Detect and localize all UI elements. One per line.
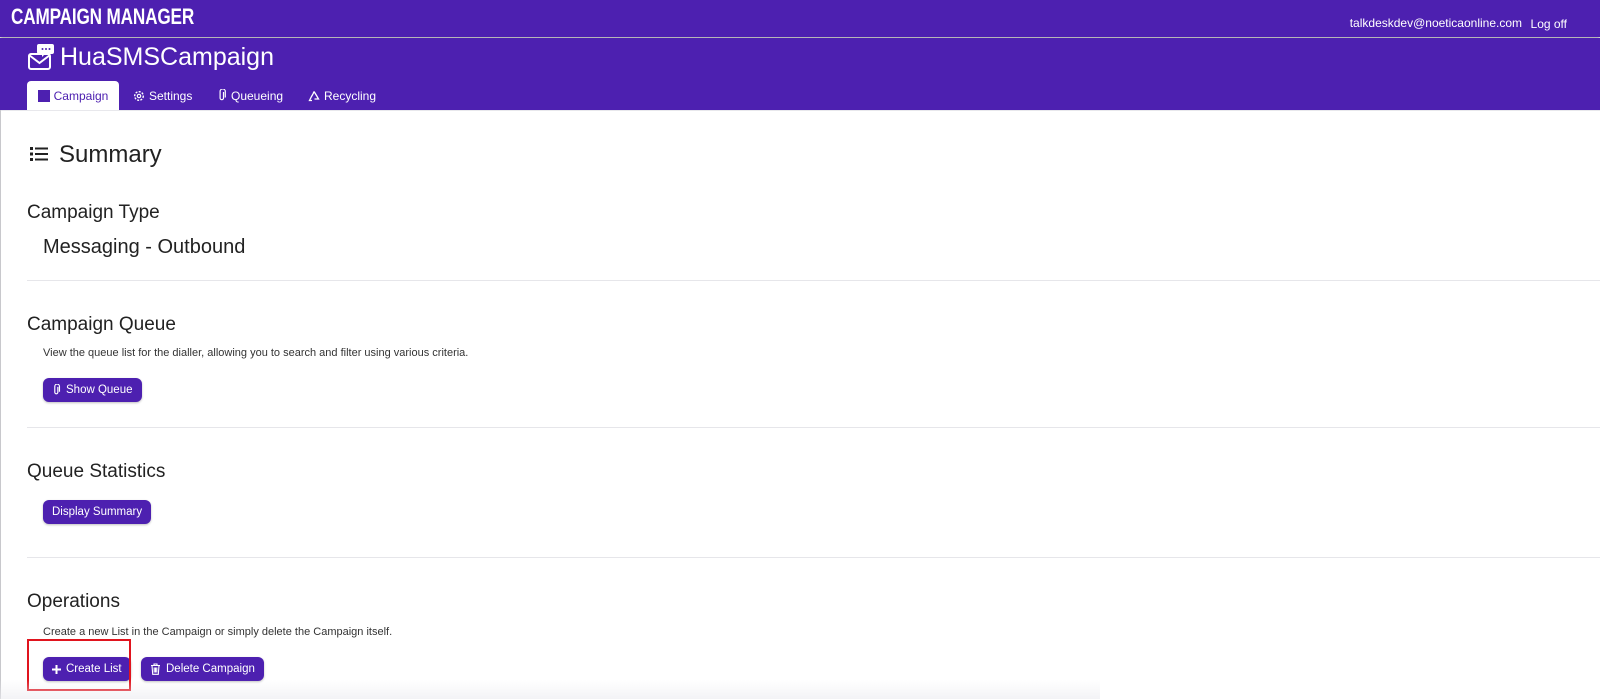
tab-campaign[interactable]: Campaign <box>27 81 119 110</box>
top-bar: CAMPAIGN MANAGER talkdeskdev@noeticaonli… <box>0 0 1600 37</box>
app-brand: CAMPAIGN MANAGER <box>11 4 195 29</box>
bottom-shadow <box>0 680 1100 699</box>
tab-recycling-label: Recycling <box>324 88 377 103</box>
tab-campaign-label: Campaign <box>53 88 109 103</box>
delete-campaign-button[interactable]: Delete Campaign <box>141 657 264 681</box>
logoff-link[interactable]: Log off <box>1531 17 1567 31</box>
campaign-queue-description: View the queue list for the dialler, all… <box>43 347 469 359</box>
operations-heading: Operations <box>27 591 120 612</box>
tab-settings[interactable]: Settings <box>133 81 192 110</box>
campaign-type-heading: Campaign Type <box>27 202 160 223</box>
tab-queueing-label: Queueing <box>231 88 284 103</box>
show-queue-button[interactable]: Show Queue <box>43 378 142 402</box>
section-divider <box>27 280 1600 281</box>
campaign-queue-heading: Campaign Queue <box>27 314 176 335</box>
show-queue-label: Show Queue <box>66 384 133 396</box>
campaign-title: HuaSMSCampaign <box>60 43 274 71</box>
queue-statistics-heading: Queue Statistics <box>27 461 166 482</box>
display-summary-label: Display Summary <box>52 506 143 518</box>
paperclip-icon <box>217 89 227 102</box>
campaign-header: HuaSMSCampaign Campaign Settings Queuein… <box>0 38 1600 110</box>
section-divider <box>27 427 1600 428</box>
user-email: talkdeskdev@noeticaonline.com <box>1349 16 1522 30</box>
recycle-icon <box>308 90 320 102</box>
gear-icon <box>133 90 145 102</box>
tab-settings-label: Settings <box>149 88 193 103</box>
trash-icon <box>150 663 161 675</box>
square-icon <box>37 89 50 102</box>
operations-description: Create a new List in the Campaign or sim… <box>43 626 393 638</box>
header-divider <box>0 110 1600 111</box>
summary-heading: Summary <box>59 141 162 168</box>
section-divider <box>27 557 1600 558</box>
paperclip-icon <box>52 384 61 396</box>
envelope-chat-icon <box>28 44 54 70</box>
tab-recycling[interactable]: Recycling <box>308 81 376 110</box>
list-icon <box>30 147 48 161</box>
tab-queueing[interactable]: Queueing <box>217 81 283 110</box>
content-left-border <box>0 110 1 699</box>
display-summary-button[interactable]: Display Summary <box>43 500 152 524</box>
delete-campaign-label: Delete Campaign <box>166 663 255 675</box>
campaign-type-value: Messaging - Outbound <box>43 236 246 258</box>
